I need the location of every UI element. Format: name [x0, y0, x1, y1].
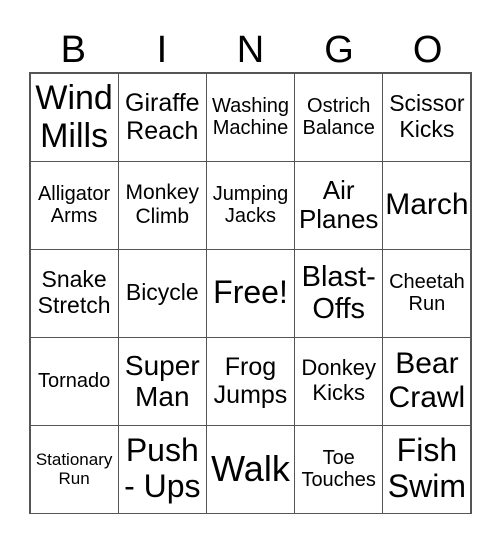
bingo-cell: Wind Mills: [29, 72, 119, 162]
bingo-header: B I N G O: [29, 28, 472, 72]
bingo-grid: Wind Mills Giraffe Reach Washing Machine Os…: [29, 72, 472, 514]
bingo-cell: Scissor Kicks: [382, 72, 472, 162]
bingo-cell: Toe Touches: [294, 424, 384, 514]
bingo-cell: Fish Swim: [382, 424, 472, 514]
header-letter-i: I: [156, 29, 168, 71]
header-letter-g: G: [324, 29, 354, 71]
bingo-cell: Cheetah Run: [382, 248, 472, 338]
bingo-cell: Bicycle: [117, 248, 207, 338]
bingo-cell: Donkey Kicks: [294, 336, 384, 426]
bingo-cell: Ostrich Balance: [294, 72, 384, 162]
bingo-cell: Free!: [205, 248, 296, 338]
header-letter-o: O: [412, 29, 443, 71]
bingo-cell: Alligator Arms: [29, 160, 119, 250]
bingo-cell: Jumping Jacks: [205, 160, 296, 250]
bingo-cell: Push - Ups: [117, 424, 207, 514]
bingo-cell: Tornado: [29, 336, 119, 426]
bingo-cell: Snake Stretch: [29, 248, 119, 338]
bingo-cell: Walk: [205, 424, 296, 514]
bingo-cell: Super Man: [117, 336, 207, 426]
bingo-cell: Giraffe Reach: [117, 72, 207, 162]
bingo-cell: Air Planes: [294, 160, 384, 250]
bingo-cell: Stationary Run: [29, 424, 119, 514]
header-letter-b: B: [60, 29, 86, 71]
bingo-cell: Frog Jumps: [205, 336, 296, 426]
header-letter-n: N: [236, 29, 265, 71]
bingo-cell: Monkey Climb: [117, 160, 207, 250]
bingo-cell: March: [382, 160, 472, 250]
bingo-cell: Blast- Offs: [294, 248, 384, 338]
bingo-cell: Bear Crawl: [382, 336, 472, 426]
bingo-cell: Washing Machine: [205, 72, 296, 162]
